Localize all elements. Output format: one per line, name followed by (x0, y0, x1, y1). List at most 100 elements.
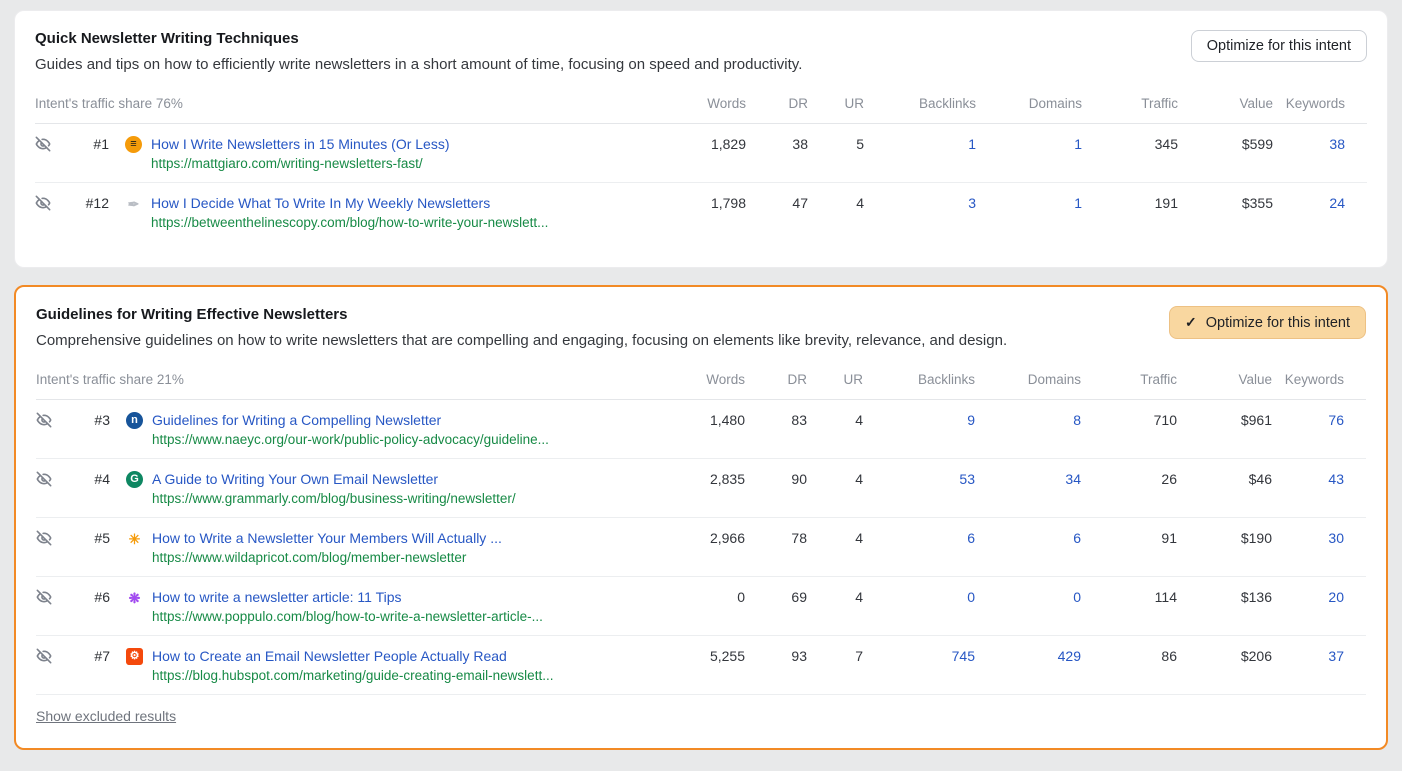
domains-link[interactable]: 8 (975, 400, 1081, 459)
col-ur: UR (808, 86, 864, 124)
col-keywords: Keywords (1273, 86, 1367, 124)
backlinks-link[interactable]: 9 (863, 400, 975, 459)
dr-cell: 47 (746, 183, 808, 242)
result-url-link[interactable]: https://www.wildapricot.com/blog/member-… (152, 548, 502, 568)
result-title-link[interactable]: How I Write Newsletters in 15 Minutes (O… (151, 134, 450, 154)
result-title-link[interactable]: How to write a newsletter article: 11 Ti… (152, 587, 543, 607)
site-favicon: ✒ (125, 195, 142, 212)
col-backlinks: Backlinks (863, 362, 975, 400)
words-cell: 1,829 (656, 124, 746, 183)
col-ur: UR (807, 362, 863, 400)
site-favicon: ⚙ (126, 648, 143, 665)
table-row: #4 G A Guide to Writing Your Own Email N… (36, 459, 1366, 518)
domains-link[interactable]: 1 (976, 124, 1082, 183)
table-footer: Show excluded results (36, 695, 1366, 734)
card-header: Guidelines for Writing Effective Newslet… (36, 306, 1366, 349)
backlinks-link[interactable]: 3 (864, 183, 976, 242)
col-value: Value (1177, 362, 1272, 400)
words-cell: 2,835 (655, 459, 745, 518)
result-url-link[interactable]: https://blog.hubspot.com/marketing/guide… (152, 666, 553, 686)
keywords-link[interactable]: 43 (1272, 459, 1366, 518)
keywords-link[interactable]: 24 (1273, 183, 1367, 242)
rank-label: #12 (71, 183, 125, 242)
eye-off-icon[interactable] (36, 412, 52, 428)
result-cell: ≡ How I Write Newsletters in 15 Minutes … (125, 124, 656, 183)
traffic-cell: 91 (1081, 518, 1177, 577)
rank-label: #6 (72, 577, 126, 636)
domains-link[interactable]: 1 (976, 183, 1082, 242)
ur-cell: 4 (808, 183, 864, 242)
eye-off-icon[interactable] (36, 648, 52, 664)
site-favicon: n (126, 412, 143, 429)
keywords-link[interactable]: 76 (1272, 400, 1366, 459)
rank-label: #3 (72, 400, 126, 459)
show-excluded-results-link[interactable]: Show excluded results (36, 708, 176, 724)
keywords-link[interactable]: 20 (1272, 577, 1366, 636)
backlinks-link[interactable]: 53 (863, 459, 975, 518)
ur-cell: 5 (808, 124, 864, 183)
result-url-link[interactable]: https://www.poppulo.com/blog/how-to-writ… (152, 607, 543, 627)
result-title-link[interactable]: How I Decide What To Write In My Weekly … (151, 193, 548, 213)
optimize-intent-button-selected[interactable]: ✓ Optimize for this intent (1169, 306, 1366, 339)
domains-link[interactable]: 0 (975, 577, 1081, 636)
backlinks-link[interactable]: 6 (863, 518, 975, 577)
dr-cell: 78 (745, 518, 807, 577)
value-cell: $206 (1177, 636, 1272, 695)
col-words: Words (656, 86, 746, 124)
hide-cell (36, 577, 72, 636)
dr-cell: 69 (745, 577, 807, 636)
words-cell: 1,798 (656, 183, 746, 242)
keywords-link[interactable]: 30 (1272, 518, 1366, 577)
eye-off-icon[interactable] (36, 530, 52, 546)
eye-off-icon[interactable] (36, 471, 52, 487)
eye-off-icon[interactable] (35, 195, 51, 211)
result-title-link[interactable]: How to Write a Newsletter Your Members W… (152, 528, 502, 548)
backlinks-link[interactable]: 745 (863, 636, 975, 695)
result-url-link[interactable]: https://mattgiaro.com/writing-newsletter… (151, 154, 450, 174)
backlinks-link[interactable]: 1 (864, 124, 976, 183)
result-title-link[interactable]: How to Create an Email Newsletter People… (152, 646, 553, 666)
backlinks-link[interactable]: 0 (863, 577, 975, 636)
domains-link[interactable]: 6 (975, 518, 1081, 577)
result-title-link[interactable]: A Guide to Writing Your Own Email Newsle… (152, 469, 516, 489)
optimize-intent-label: Optimize for this intent (1206, 315, 1350, 331)
domains-link[interactable]: 429 (975, 636, 1081, 695)
result-url-link[interactable]: https://betweenthelinescopy.com/blog/how… (151, 213, 548, 233)
keywords-link[interactable]: 38 (1273, 124, 1367, 183)
result-cell: ❋ How to write a newsletter article: 11 … (126, 577, 655, 636)
words-cell: 2,966 (655, 518, 745, 577)
result-url-link[interactable]: https://www.naeyc.org/our-work/public-po… (152, 430, 549, 450)
eye-off-icon[interactable] (36, 589, 52, 605)
rank-label: #1 (71, 124, 125, 183)
domains-link[interactable]: 34 (975, 459, 1081, 518)
table-row: #5 ✳ How to Write a Newsletter Your Memb… (36, 518, 1366, 577)
table-row: #6 ❋ How to write a newsletter article: … (36, 577, 1366, 636)
optimize-intent-button[interactable]: Optimize for this intent (1191, 30, 1367, 62)
value-cell: $190 (1177, 518, 1272, 577)
hide-cell (35, 124, 71, 183)
ur-cell: 4 (807, 400, 863, 459)
words-cell: 0 (655, 577, 745, 636)
table-row: #12 ✒ How I Decide What To Write In My W… (35, 183, 1367, 242)
table-row: #7 ⚙ How to Create an Email Newsletter P… (36, 636, 1366, 695)
eye-off-icon[interactable] (35, 136, 51, 152)
result-cell: ⚙ How to Create an Email Newsletter Peop… (126, 636, 655, 695)
hide-cell (35, 183, 71, 242)
result-url-link[interactable]: https://www.grammarly.com/blog/business-… (152, 489, 516, 509)
ur-cell: 7 (807, 636, 863, 695)
col-words: Words (655, 362, 745, 400)
ur-cell: 4 (807, 518, 863, 577)
page: Quick Newsletter Writing Techniques Guid… (0, 0, 1402, 750)
result-title-link[interactable]: Guidelines for Writing a Compelling News… (152, 410, 549, 430)
col-dr: DR (745, 362, 807, 400)
col-keywords: Keywords (1272, 362, 1366, 400)
table-row: #3 n Guidelines for Writing a Compelling… (36, 400, 1366, 459)
keywords-link[interactable]: 37 (1272, 636, 1366, 695)
dr-cell: 83 (745, 400, 807, 459)
intent-description: Guides and tips on how to efficiently wr… (35, 56, 802, 73)
traffic-cell: 345 (1082, 124, 1178, 183)
col-value: Value (1178, 86, 1273, 124)
traffic-cell: 26 (1081, 459, 1177, 518)
col-traffic: Traffic (1082, 86, 1178, 124)
intent-title: Guidelines for Writing Effective Newslet… (36, 306, 1007, 323)
